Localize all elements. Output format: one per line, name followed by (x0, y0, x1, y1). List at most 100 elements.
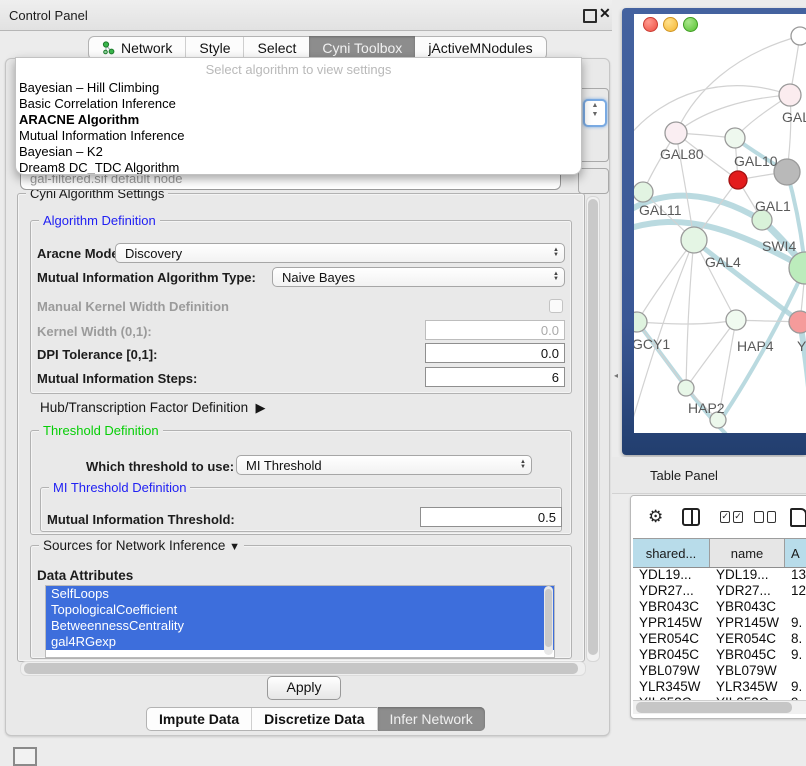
node-gal80[interactable] (665, 122, 687, 144)
attr-list-vscroll-thumb[interactable] (545, 589, 552, 647)
manual-kernel-checkbox[interactable] (549, 299, 563, 313)
node-gray[interactable] (774, 159, 800, 185)
node-gal4[interactable] (681, 227, 707, 253)
attr-list-item[interactable]: SelfLoops (46, 586, 554, 602)
node-unlabeled-top[interactable] (791, 27, 806, 45)
tab-cyni-toolbox-label: Cyni Toolbox (322, 40, 402, 56)
which-threshold-combo[interactable]: MI Threshold ▲▼ (236, 455, 532, 475)
algorithm-option-selected[interactable]: ARACNE Algorithm (16, 112, 581, 128)
node-label: GAL4 (705, 254, 741, 270)
tab-impute-data[interactable]: Impute Data (147, 708, 251, 730)
network-view-window: GAL GAL80 GAL10 GAL1 GAL11 GAL4 SWI4 GCY… (622, 8, 806, 455)
node-hap4[interactable] (726, 310, 746, 330)
table-row[interactable]: YBL079WYBL079W (633, 663, 806, 679)
tab-network[interactable]: Network (89, 37, 185, 59)
close-icon[interactable]: ✕ (599, 5, 611, 22)
table-row[interactable]: YDR27...YDR27...12 (633, 583, 806, 599)
tab-jactivemnodules[interactable]: jActiveMNodules (415, 37, 545, 59)
manual-kernel-label: Manual Kernel Width Definition (37, 299, 229, 314)
minimized-panel-icon[interactable] (13, 747, 37, 766)
tab-discretize-data[interactable]: Discretize Data (251, 708, 376, 730)
splitter-handle[interactable]: ◂ (614, 371, 621, 380)
tab-infer-network[interactable]: Infer Network (377, 707, 485, 731)
data-attributes-list: SelfLoops TopologicalCoefficient Between… (45, 585, 555, 658)
column-header-partial[interactable]: A (785, 539, 806, 567)
select-all-checkbox-icon[interactable]: ✓ (733, 511, 743, 523)
tab-infer-network-label: Infer Network (390, 711, 473, 727)
data-attributes-label: Data Attributes (37, 568, 133, 583)
algorithm-option[interactable]: Dream8 DC_TDC Algorithm (16, 160, 581, 175)
node-gal10[interactable] (725, 128, 745, 148)
table-page-icon[interactable] (790, 508, 806, 527)
attr-list-item[interactable]: BetweennessCentrality (46, 618, 554, 634)
network-graph: GAL GAL80 GAL10 GAL1 GAL11 GAL4 SWI4 GCY… (634, 14, 806, 433)
node-gal11[interactable] (634, 182, 653, 202)
settings-hscroll-thumb[interactable] (24, 663, 578, 674)
table-row[interactable]: YDL19...YDL19...13 (633, 567, 806, 583)
mi-type-combo[interactable]: Naive Bayes ▲▼ (272, 267, 565, 287)
node-gal-pink[interactable] (779, 84, 801, 106)
node-swi4[interactable] (789, 252, 806, 284)
node-salmon[interactable] (789, 311, 806, 333)
select-all-checkbox-icon[interactable]: ✓ (720, 511, 730, 523)
table-row[interactable]: YPR145WYPR145W9. (633, 615, 806, 631)
deselect-all-checkbox-icon[interactable] (754, 511, 764, 523)
gear-icon[interactable]: ⚙ (648, 507, 663, 527)
mi-steps-field[interactable] (425, 367, 565, 387)
node-red[interactable] (729, 171, 747, 189)
table-row[interactable]: YBR043CYBR043C (633, 599, 806, 615)
network-canvas[interactable]: GAL GAL80 GAL10 GAL1 GAL11 GAL4 SWI4 GCY… (634, 14, 806, 433)
attr-list-item[interactable]: TopologicalCoefficient (46, 602, 554, 618)
network-labels: GAL GAL80 GAL10 GAL1 GAL11 GAL4 SWI4 GCY… (634, 109, 806, 416)
dpi-tolerance-field[interactable] (425, 343, 565, 363)
deselect-all-checkbox-icon[interactable] (767, 511, 777, 523)
kernel-width-label: Kernel Width (0,1): (37, 324, 152, 339)
mi-type-label: Mutual Information Algorithm Type: (37, 270, 256, 285)
sources-title[interactable]: Sources for Network Inference ▼ (39, 538, 244, 553)
table-row[interactable]: YLR345WYLR345W9. (633, 679, 806, 695)
apply-button[interactable]: Apply (267, 676, 341, 700)
algorithm-option[interactable]: Bayesian – Hill Climbing (16, 80, 581, 96)
node-label: GAL10 (734, 153, 778, 169)
column-header-name[interactable]: name (710, 539, 785, 567)
settings-vscroll-thumb[interactable] (588, 199, 598, 655)
algorithm-option[interactable]: Mutual Information Inference (16, 128, 581, 144)
table-toolbar: ⚙ ✓ ✓ (631, 496, 806, 538)
tab-select[interactable]: Select (243, 37, 309, 59)
node-hap2[interactable] (678, 380, 694, 396)
mi-steps-label: Mutual Information Steps: (37, 371, 197, 386)
node-gcy1[interactable] (634, 312, 647, 332)
tab-network-label: Network (121, 40, 172, 56)
table-hscroll-thumb[interactable] (636, 702, 792, 713)
columns-icon[interactable] (682, 508, 700, 526)
attr-list-item[interactable]: gal4RGexp (46, 634, 554, 650)
table-header-row: shared... name A (633, 538, 806, 568)
column-header-shared-name[interactable]: shared... (633, 539, 710, 567)
aracne-mode-label: Aracne Mode: (37, 246, 123, 261)
table-panel: ⚙ ✓ ✓ shared... name A YDL19...YDL19...1… (630, 495, 806, 719)
kernel-width-field[interactable] (425, 320, 565, 340)
table-row[interactable]: YBR045CYBR045C9. (633, 647, 806, 663)
hub-definition-toggle[interactable]: Hub/Transcription Factor Definition ▶ (40, 400, 265, 416)
node-label: HAP4 (737, 338, 774, 354)
combo-spinner-icon: ▲▼ (548, 272, 564, 282)
settings-hscrollbar[interactable] (20, 661, 586, 676)
table-panel-titlebar: Table Panel (612, 457, 806, 494)
mi-threshold-field[interactable] (420, 507, 562, 527)
algorithm-option[interactable]: Basic Correlation Inference (16, 96, 581, 112)
table-row[interactable]: YER054CYER054C8. (633, 631, 806, 647)
algorithm-dropdown-placeholder: Select algorithm to view settings (16, 58, 581, 80)
combo-spinner-icon: ▲▼ (548, 248, 564, 258)
aracne-mode-combo[interactable]: Discovery ▲▼ (115, 243, 565, 263)
tab-style[interactable]: Style (185, 37, 243, 59)
node-label: GAL (782, 109, 806, 125)
node-label: SWI4 (762, 238, 796, 254)
node-label: GCY1 (634, 336, 670, 352)
algorithm-option[interactable]: Bayesian – K2 (16, 144, 581, 160)
node-label: GAL1 (755, 198, 791, 214)
hub-definition-label: Hub/Transcription Factor Definition (40, 400, 248, 415)
float-window-icon[interactable] (583, 9, 597, 23)
attr-list-vscrollbar[interactable] (544, 586, 553, 655)
table-hscrollbar[interactable] (633, 700, 806, 714)
settings-vscrollbar[interactable] (586, 196, 600, 662)
